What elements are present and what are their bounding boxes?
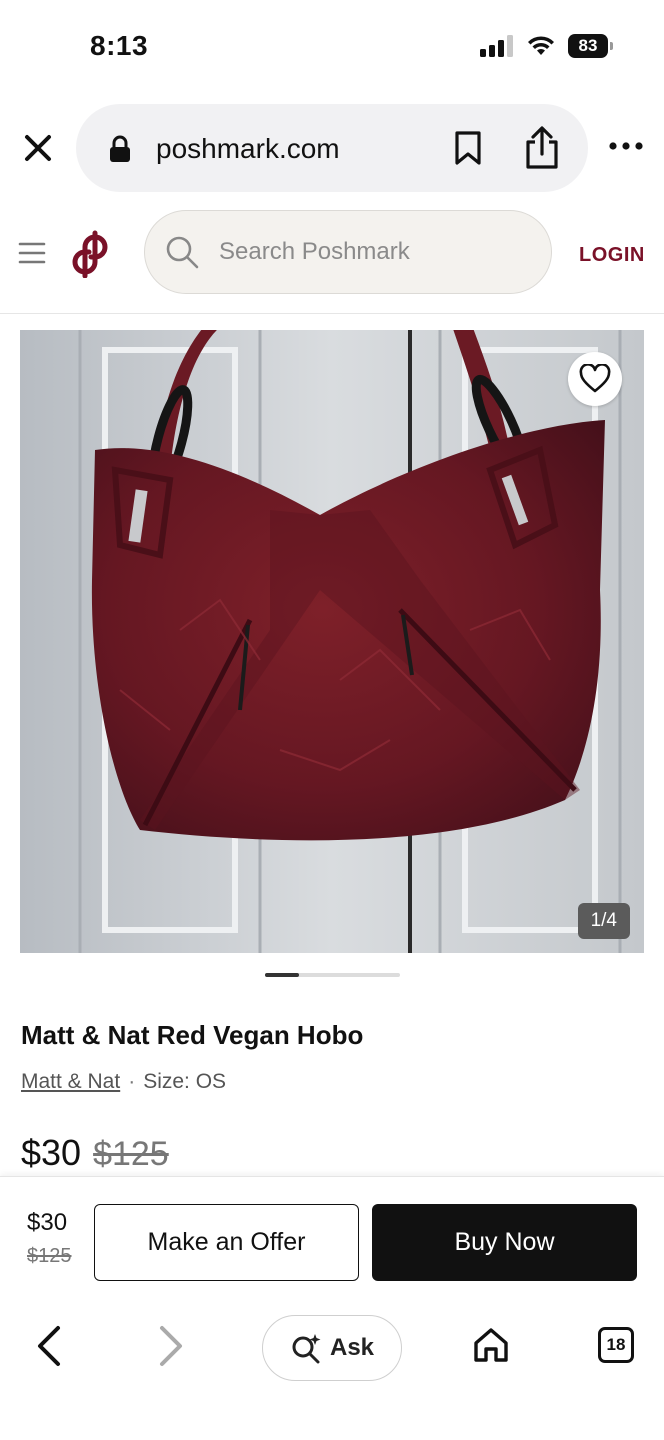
original-price: $125 (93, 1135, 169, 1173)
battery-level: 83 (578, 36, 598, 55)
wifi-icon (528, 36, 554, 55)
browser-toolbar: Ask 18 (0, 1286, 664, 1440)
login-link[interactable]: LOGIN (579, 244, 645, 267)
signal-icon (480, 35, 513, 57)
menu-icon[interactable] (18, 240, 46, 266)
bookmark-icon[interactable] (453, 130, 483, 166)
battery-icon: 83 (568, 34, 613, 58)
browser-address-bar: poshmark.com (0, 102, 664, 192)
carousel-indicator (265, 973, 400, 977)
close-icon[interactable] (18, 128, 58, 168)
make-offer-button[interactable]: Make an Offer (94, 1204, 359, 1281)
current-price: $30 (21, 1132, 82, 1173)
search-icon (166, 236, 199, 269)
brand-size-row: Matt & Nat · Size: OS (21, 1070, 226, 1094)
share-icon[interactable] (522, 126, 562, 170)
buy-bar: $30 $125 Make an Offer Buy Now (0, 1176, 664, 1286)
image-counter: 1/4 (577, 903, 630, 939)
carousel-indicator-thumb (265, 973, 299, 977)
buy-bar-original-price: $125 (27, 1245, 72, 1267)
product-image[interactable]: 1/4 (20, 330, 644, 953)
ask-button[interactable]: Ask (262, 1315, 402, 1381)
site-header: LOGIN (0, 200, 664, 314)
forward-icon[interactable] (158, 1324, 186, 1368)
price-row: $30 $125 (21, 1132, 169, 1174)
ai-search-icon (292, 1334, 321, 1364)
url-field[interactable]: poshmark.com (76, 104, 588, 192)
ask-label: Ask (329, 1334, 375, 1361)
lock-icon (110, 135, 130, 162)
status-time: 8:13 (90, 30, 149, 61)
buy-now-button[interactable]: Buy Now (372, 1204, 637, 1281)
size-label: Size: OS (143, 1070, 227, 1093)
status-bar: 8:13 83 (0, 0, 664, 100)
buy-bar-price: $30 (27, 1209, 68, 1236)
back-icon[interactable] (34, 1324, 62, 1368)
product-photo (20, 330, 644, 953)
tabs-icon[interactable]: 18 (598, 1327, 634, 1363)
tab-count: 18 (606, 1335, 626, 1354)
brand-link[interactable]: Matt & Nat (21, 1070, 120, 1094)
home-icon[interactable] (472, 1326, 510, 1364)
status-indicators: 83 (480, 34, 613, 58)
heart-icon (579, 364, 611, 393)
poshmark-logo-icon[interactable] (72, 230, 114, 278)
like-button[interactable] (568, 352, 622, 406)
product-title: Matt & Nat Red Vegan Hobo (21, 1020, 364, 1050)
separator: · (128, 1070, 136, 1093)
more-icon[interactable] (608, 136, 644, 156)
url-text: poshmark.com (156, 133, 340, 164)
search-box[interactable] (144, 210, 552, 294)
search-input[interactable] (219, 235, 539, 269)
